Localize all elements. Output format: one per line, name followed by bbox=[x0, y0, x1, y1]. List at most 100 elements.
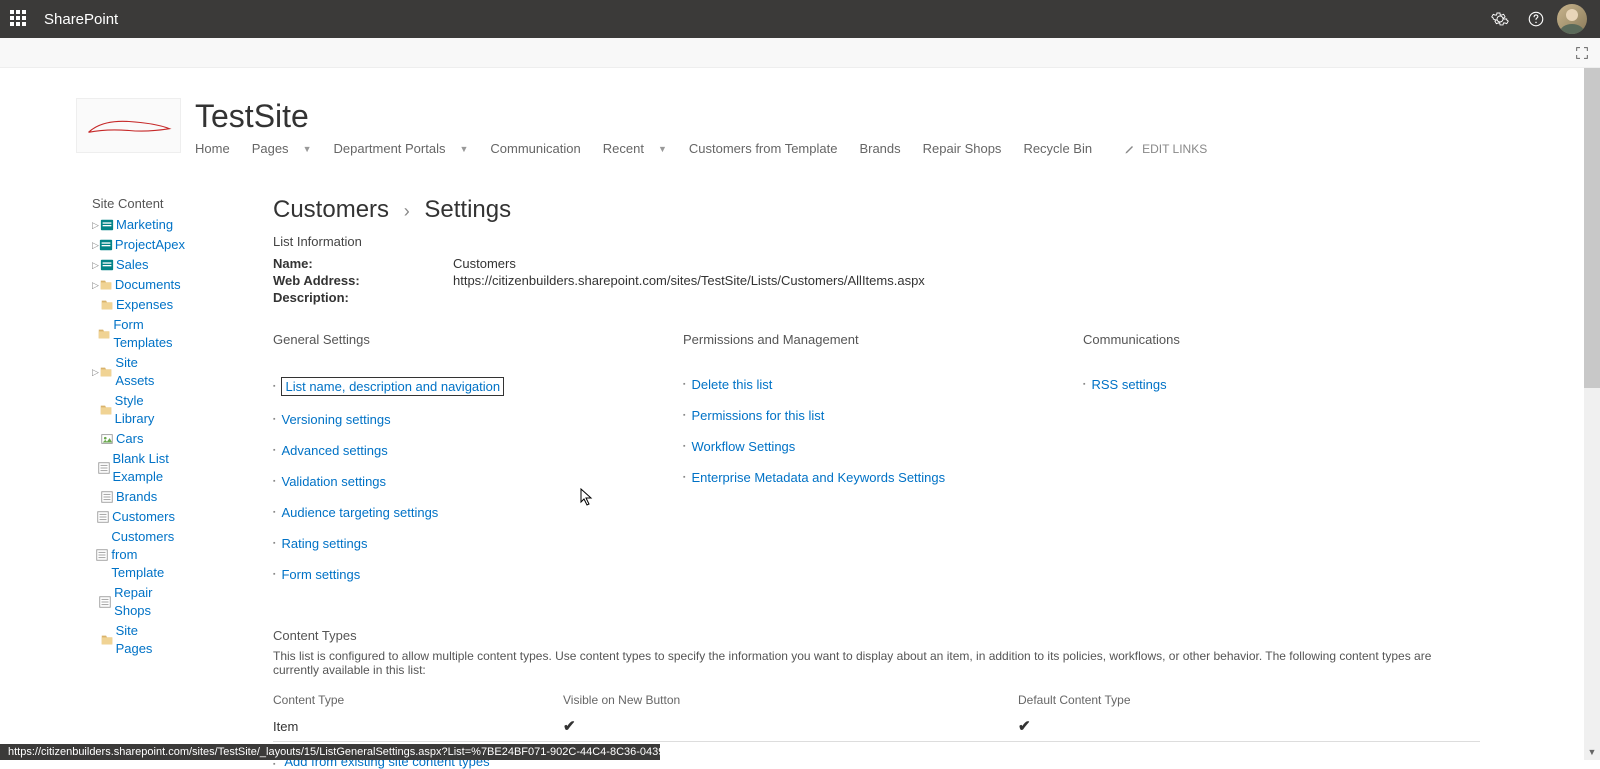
link-permissions-for-list[interactable]: Permissions for this list bbox=[691, 408, 824, 423]
nav-communication[interactable]: Communication bbox=[490, 141, 580, 156]
leftnav-link[interactable]: Expenses bbox=[116, 296, 173, 314]
leftnav-item[interactable]: Repair Shops bbox=[92, 583, 175, 621]
link-form-settings[interactable]: Form settings bbox=[281, 567, 360, 582]
list-icon bbox=[100, 490, 114, 504]
chevron-down-icon[interactable]: ▼ bbox=[459, 144, 468, 154]
link-versioning-settings[interactable]: Versioning settings bbox=[281, 412, 390, 427]
quick-launch: Site Content ▷Marketing▷ProjectApex▷Sale… bbox=[0, 196, 175, 769]
leftnav-item[interactable]: Style Library bbox=[92, 391, 175, 429]
leftnav-link[interactable]: Site Pages bbox=[116, 622, 175, 658]
leftnav-item[interactable]: ▷Documents bbox=[92, 275, 175, 295]
leftnav-item[interactable]: ▷ProjectApex bbox=[92, 235, 175, 255]
site-icon bbox=[100, 218, 114, 232]
command-bar bbox=[0, 38, 1600, 68]
link-enterprise-metadata[interactable]: Enterprise Metadata and Keywords Setting… bbox=[691, 470, 945, 485]
leftnav-link[interactable]: Customers from Template bbox=[111, 528, 175, 582]
doclib-icon bbox=[99, 403, 113, 417]
content-types-desc: This list is configured to allow multipl… bbox=[273, 649, 1480, 677]
site-logo[interactable] bbox=[76, 98, 181, 153]
status-bar: https://citizenbuilders.sharepoint.com/s… bbox=[0, 744, 660, 760]
leftnav-link[interactable]: Sales bbox=[116, 256, 149, 274]
permissions-heading: Permissions and Management bbox=[683, 332, 1043, 347]
link-validation-settings[interactable]: Validation settings bbox=[281, 474, 386, 489]
permissions-column: Permissions and Management Delete this l… bbox=[683, 332, 1043, 598]
chevron-down-icon[interactable]: ▼ bbox=[303, 144, 312, 154]
focus-mode-icon[interactable] bbox=[1574, 45, 1590, 61]
expand-icon[interactable]: ▷ bbox=[92, 256, 100, 274]
nav-recycle-bin[interactable]: Recycle Bin bbox=[1023, 141, 1092, 156]
site-header: TestSite Home Pages▼ Department Portals▼… bbox=[0, 68, 1600, 156]
leftnav-item[interactable]: Form Templates bbox=[92, 315, 175, 353]
expand-icon[interactable]: ▷ bbox=[92, 276, 99, 294]
table-row: Item ✔ ✔ bbox=[273, 711, 1480, 742]
suite-bar: SharePoint bbox=[0, 0, 1600, 38]
content-types-table: Content Type Visible on New Button Defau… bbox=[273, 689, 1480, 742]
expand-icon[interactable]: ▷ bbox=[92, 216, 100, 234]
content-area: Customers › Settings List Information Na… bbox=[175, 196, 1600, 769]
communications-heading: Communications bbox=[1083, 332, 1480, 347]
leftnav-link[interactable]: Documents bbox=[115, 276, 181, 294]
leftnav-link[interactable]: Cars bbox=[116, 430, 143, 448]
ct-item-link[interactable]: Item bbox=[273, 719, 298, 734]
doclib-icon bbox=[100, 633, 114, 647]
doclib-icon bbox=[100, 298, 114, 312]
expand-icon[interactable]: ▷ bbox=[92, 236, 99, 254]
leftnav-item[interactable]: Blank List Example bbox=[92, 449, 175, 487]
nav-home[interactable]: Home bbox=[195, 141, 230, 156]
link-rating-settings[interactable]: Rating settings bbox=[281, 536, 367, 551]
leftnav-item[interactable]: Brands bbox=[92, 487, 175, 507]
nav-recent[interactable]: Recent▼ bbox=[603, 141, 667, 156]
link-delete-this-list[interactable]: Delete this list bbox=[691, 377, 772, 392]
chevron-down-icon[interactable]: ▼ bbox=[1584, 744, 1600, 760]
description-label: Description: bbox=[273, 290, 453, 305]
general-settings-column: General Settings List name, description … bbox=[273, 332, 643, 598]
leftnav-item[interactable]: Site Pages bbox=[92, 621, 175, 659]
expand-icon[interactable]: ▷ bbox=[92, 363, 99, 381]
leftnav-link[interactable]: Marketing bbox=[116, 216, 173, 234]
nav-department-portals[interactable]: Department Portals▼ bbox=[333, 141, 468, 156]
app-name: SharePoint bbox=[44, 11, 118, 28]
leftnav-link[interactable]: Style Library bbox=[115, 392, 175, 428]
leftnav-item[interactable]: ▷ Marketing bbox=[92, 215, 175, 235]
leftnav-item[interactable]: Cars bbox=[92, 429, 175, 449]
leftnav-link[interactable]: Site Assets bbox=[115, 354, 175, 390]
link-workflow-settings[interactable]: Workflow Settings bbox=[691, 439, 795, 454]
doclib-icon bbox=[99, 278, 113, 292]
leftnav-item[interactable]: Customers from Template bbox=[92, 527, 175, 583]
link-list-name-desc-nav[interactable]: List name, description and navigation bbox=[281, 377, 504, 396]
leftnav-link[interactable]: Form Templates bbox=[113, 316, 175, 352]
breadcrumb-list[interactable]: Customers bbox=[273, 196, 389, 223]
leftnav-link[interactable]: Blank List Example bbox=[113, 450, 175, 486]
leftnav-item[interactable]: Customers bbox=[92, 507, 175, 527]
app-launcher-icon[interactable] bbox=[10, 10, 28, 28]
settings-gear-icon[interactable] bbox=[1482, 1, 1518, 37]
list-icon bbox=[98, 595, 112, 609]
check-icon: ✔ bbox=[563, 711, 1018, 742]
chevron-down-icon[interactable]: ▼ bbox=[658, 144, 667, 154]
leftnav-link[interactable]: Customers bbox=[112, 508, 175, 526]
leftnav-link[interactable]: Brands bbox=[116, 488, 157, 506]
leftnav-link[interactable]: Repair Shops bbox=[114, 584, 175, 620]
communications-column: Communications RSS settings bbox=[1083, 332, 1480, 598]
pencil-icon bbox=[1124, 143, 1136, 155]
site-title[interactable]: TestSite bbox=[195, 98, 1207, 135]
leftnav-item[interactable]: ▷ Sales bbox=[92, 255, 175, 275]
scrollbar-thumb[interactable] bbox=[1584, 68, 1600, 388]
link-advanced-settings[interactable]: Advanced settings bbox=[281, 443, 387, 458]
leftnav-item[interactable]: Expenses bbox=[92, 295, 175, 315]
nav-customers-from-template[interactable]: Customers from Template bbox=[689, 141, 838, 156]
list-information: List Information Name: Customers Web Add… bbox=[273, 234, 1480, 306]
nav-brands[interactable]: Brands bbox=[859, 141, 900, 156]
help-icon[interactable] bbox=[1518, 1, 1554, 37]
edit-links-button[interactable]: EDIT LINKS bbox=[1124, 142, 1207, 156]
web-address-label: Web Address: bbox=[273, 273, 453, 288]
nav-repair-shops[interactable]: Repair Shops bbox=[923, 141, 1002, 156]
link-rss-settings[interactable]: RSS settings bbox=[1091, 377, 1166, 392]
leftnav-item[interactable]: ▷ Site Assets bbox=[92, 353, 175, 391]
scrollbar[interactable]: ▼ bbox=[1584, 68, 1600, 760]
link-audience-targeting[interactable]: Audience targeting settings bbox=[281, 505, 438, 520]
user-avatar[interactable] bbox=[1554, 1, 1590, 37]
piclib-icon bbox=[100, 432, 114, 446]
nav-pages[interactable]: Pages▼ bbox=[252, 141, 312, 156]
list-icon bbox=[95, 548, 109, 562]
